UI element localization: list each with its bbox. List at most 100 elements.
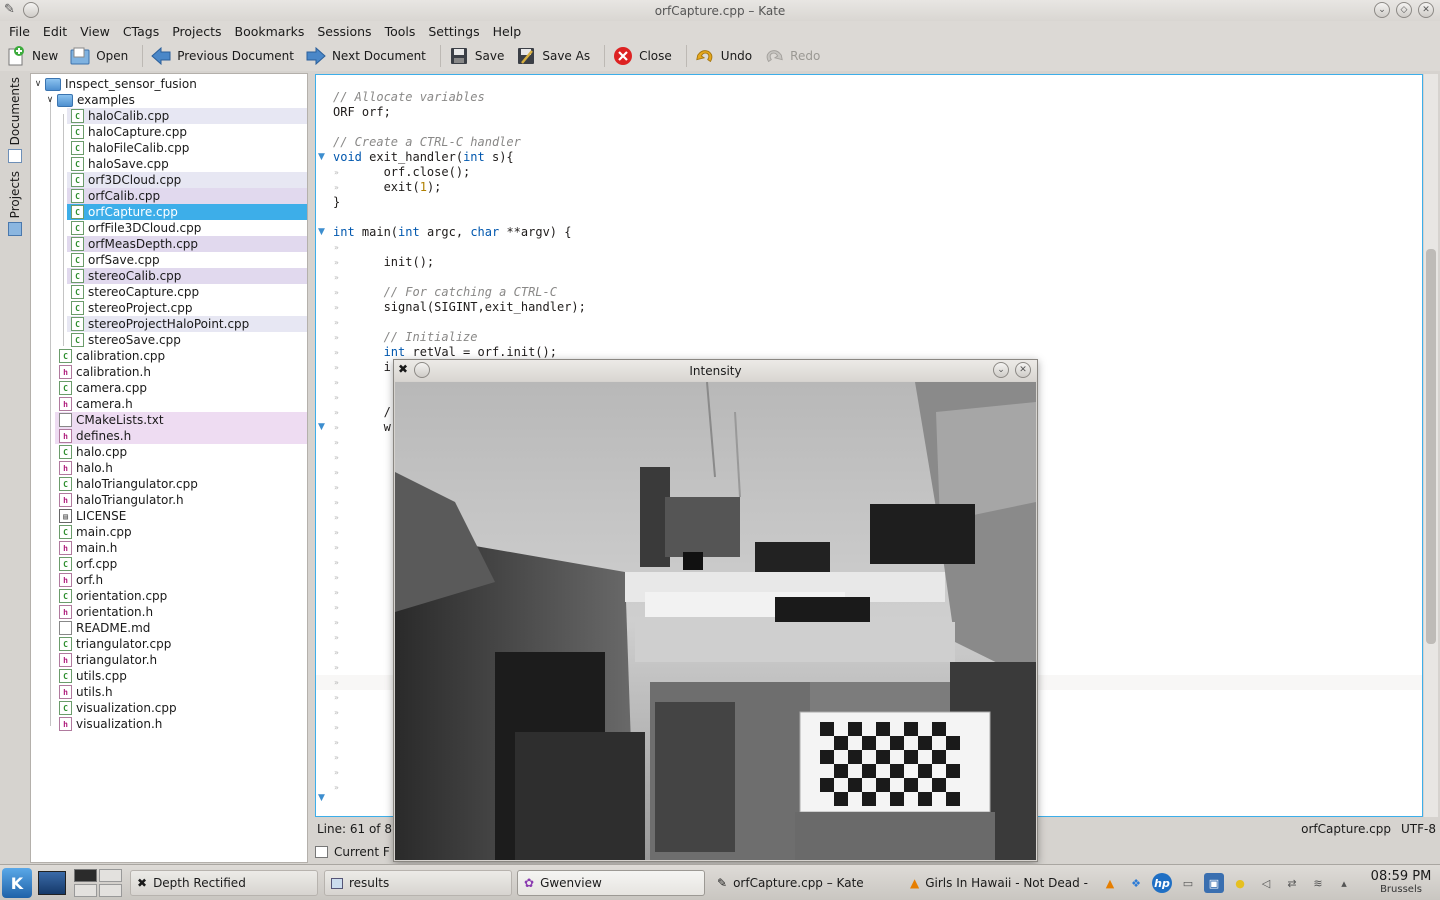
tree-file-row[interactable]: Cutils.cpp (55, 668, 307, 684)
tree-file-row[interactable]: CstereoProjectHaloPoint.cpp (67, 316, 307, 332)
tree-file-row[interactable]: Ccamera.cpp (55, 380, 307, 396)
desktop-3[interactable] (74, 884, 97, 897)
menu-settings[interactable]: Settings (423, 24, 487, 39)
menu-sessions[interactable]: Sessions (312, 24, 379, 39)
tree-file-row[interactable]: Corientation.cpp (55, 588, 307, 604)
tree-file-row[interactable]: Cvisualization.cpp (55, 700, 307, 716)
tree-file-row[interactable]: CorfMeasDepth.cpp (67, 236, 307, 252)
tree-file-row[interactable]: h calibration.h (55, 364, 307, 380)
next-document-button[interactable]: Next Document (304, 43, 434, 69)
tree-file-row[interactable]: Ccalibration.cpp (55, 348, 307, 364)
notification-bulb-icon[interactable]: ● (1230, 873, 1250, 893)
task-vlc[interactable]: ▲ Girls In Hawaii - Not Dead - V (903, 870, 1091, 896)
tree-file-row[interactable]: README.md (55, 620, 307, 636)
pager[interactable] (74, 869, 122, 897)
close-window-button[interactable]: ✕ (1418, 2, 1434, 18)
save-as-button[interactable]: Save As (514, 43, 598, 69)
tree-file-row[interactable]: h haloTriangulator.h (55, 492, 307, 508)
intensity-window[interactable]: ✖ Intensity ⌄ ✕ (393, 359, 1038, 862)
menu-tools[interactable]: Tools (380, 24, 424, 39)
desktop-4[interactable] (99, 884, 122, 897)
minimize-button[interactable]: ⌄ (993, 362, 1009, 378)
desktop-1[interactable] (74, 869, 97, 882)
desktop-2[interactable] (99, 869, 122, 882)
tree-file-row[interactable]: CstereoCalib.cpp (67, 268, 307, 284)
network-icon[interactable]: ⇄ (1282, 873, 1302, 893)
collapse-chevron-icon[interactable]: ∨ (45, 95, 55, 105)
klipper-icon[interactable]: ▣ (1204, 873, 1224, 893)
kate-app-icon[interactable]: ✎ (4, 2, 15, 18)
scrollbar-thumb[interactable] (1426, 249, 1436, 644)
tree-file-row[interactable]: ChaloSave.cpp (67, 156, 307, 172)
menu-view[interactable]: View (75, 24, 118, 39)
menu-help[interactable]: Help (488, 24, 530, 39)
tree-file-row[interactable]: h orf.h (55, 572, 307, 588)
fold-marker-icon[interactable]: ▼ (318, 793, 325, 803)
tree-file-row[interactable]: h orientation.h (55, 604, 307, 620)
tree-file-row[interactable]: h triangulator.h (55, 652, 307, 668)
tree-file-row[interactable]: CorfCapture.cpp (67, 204, 307, 220)
task-results[interactable]: results (324, 870, 512, 896)
tree-file-row[interactable]: h halo.h (55, 460, 307, 476)
editor-vertical-scrollbar[interactable] (1424, 74, 1438, 817)
open-button[interactable]: Open (68, 43, 136, 69)
fold-marker-icon[interactable]: ▼ (318, 422, 325, 432)
tree-file-row[interactable]: h visualization.h (55, 716, 307, 732)
tree-root-row[interactable]: ∨ Inspect_sensor_fusion (31, 76, 307, 92)
tree-file-row[interactable]: Corf3DCloud.cpp (67, 172, 307, 188)
kde-launcher-icon[interactable]: K (2, 868, 32, 898)
previous-document-button[interactable]: Previous Document (149, 43, 302, 69)
tree-file-row[interactable]: Ctriangulator.cpp (55, 636, 307, 652)
dropbox-icon[interactable]: ❖ (1126, 873, 1146, 893)
tree-file-row[interactable]: ▤ LICENSE (55, 508, 307, 524)
status-encoding[interactable]: UTF-8 (1401, 822, 1436, 836)
tree-file-row[interactable]: CorfSave.cpp (67, 252, 307, 268)
tree-folder-examples[interactable]: ∨ examples (31, 92, 307, 108)
tab-documents[interactable]: Documents (5, 77, 25, 164)
fold-marker-icon[interactable]: ▼ (318, 152, 325, 162)
tree-file-row[interactable]: CstereoCapture.cpp (67, 284, 307, 300)
new-button[interactable]: New (4, 43, 66, 69)
menu-bookmarks[interactable]: Bookmarks (230, 24, 313, 39)
close-button[interactable]: Close (611, 43, 680, 69)
project-file-tree[interactable]: ∨ Inspect_sensor_fusion ∨ examples Chalo… (30, 73, 308, 863)
save-button[interactable]: Save (447, 43, 512, 69)
task-depth-rectified[interactable]: ✖ Depth Rectified (130, 870, 318, 896)
digital-clock[interactable]: 08:59 PM Brussels (1370, 869, 1432, 895)
tree-file-row[interactable]: CorfCalib.cpp (67, 188, 307, 204)
maximize-button[interactable]: ◇ (1396, 2, 1412, 18)
tree-file-row[interactable]: h utils.h (55, 684, 307, 700)
bottom-tool-tab[interactable]: Current F (315, 842, 390, 862)
intensity-titlebar[interactable]: ✖ Intensity ⌄ ✕ (394, 360, 1037, 381)
show-desktop-icon[interactable] (38, 871, 66, 895)
fold-marker-icon[interactable]: ▼ (318, 227, 325, 237)
tree-file-row[interactable]: Corf.cpp (55, 556, 307, 572)
device-notifier-icon[interactable]: ▭ (1178, 873, 1198, 893)
tree-file-row[interactable]: ChaloCapture.cpp (67, 124, 307, 140)
window-menu-button[interactable] (22, 2, 39, 18)
tree-file-row[interactable]: Cmain.cpp (55, 524, 307, 540)
close-window-button[interactable]: ✕ (1015, 362, 1031, 378)
tree-file-row[interactable]: h main.h (55, 540, 307, 556)
wifi-icon[interactable]: ≋ (1308, 873, 1328, 893)
tree-file-row[interactable]: ChaloCalib.cpp (67, 108, 307, 124)
tree-file-row[interactable]: CMakeLists.txt (55, 412, 307, 428)
tree-file-row[interactable]: CstereoSave.cpp (67, 332, 307, 348)
tree-file-row[interactable]: ChaloTriangulator.cpp (55, 476, 307, 492)
redo-button[interactable]: Redo (762, 43, 828, 69)
window-tools-icon[interactable]: ✖ (398, 362, 408, 378)
tree-file-row[interactable]: CorfFile3DCloud.cpp (67, 220, 307, 236)
hp-printer-icon[interactable]: hp (1152, 873, 1172, 893)
menu-file[interactable]: File (4, 24, 38, 39)
menu-ctags[interactable]: CTags (118, 24, 167, 39)
menu-projects[interactable]: Projects (167, 24, 229, 39)
undo-button[interactable]: Undo (693, 43, 760, 69)
window-menu-button[interactable] (414, 362, 431, 378)
tree-file-row[interactable]: Chalo.cpp (55, 444, 307, 460)
menu-edit[interactable]: Edit (38, 24, 75, 39)
tab-projects[interactable]: Projects (5, 171, 25, 237)
collapse-chevron-icon[interactable]: ∨ (33, 79, 43, 89)
tree-file-row[interactable]: h defines.h (55, 428, 307, 444)
tray-expand-icon[interactable]: ▴ (1334, 873, 1354, 893)
volume-icon[interactable]: ◁ (1256, 873, 1276, 893)
